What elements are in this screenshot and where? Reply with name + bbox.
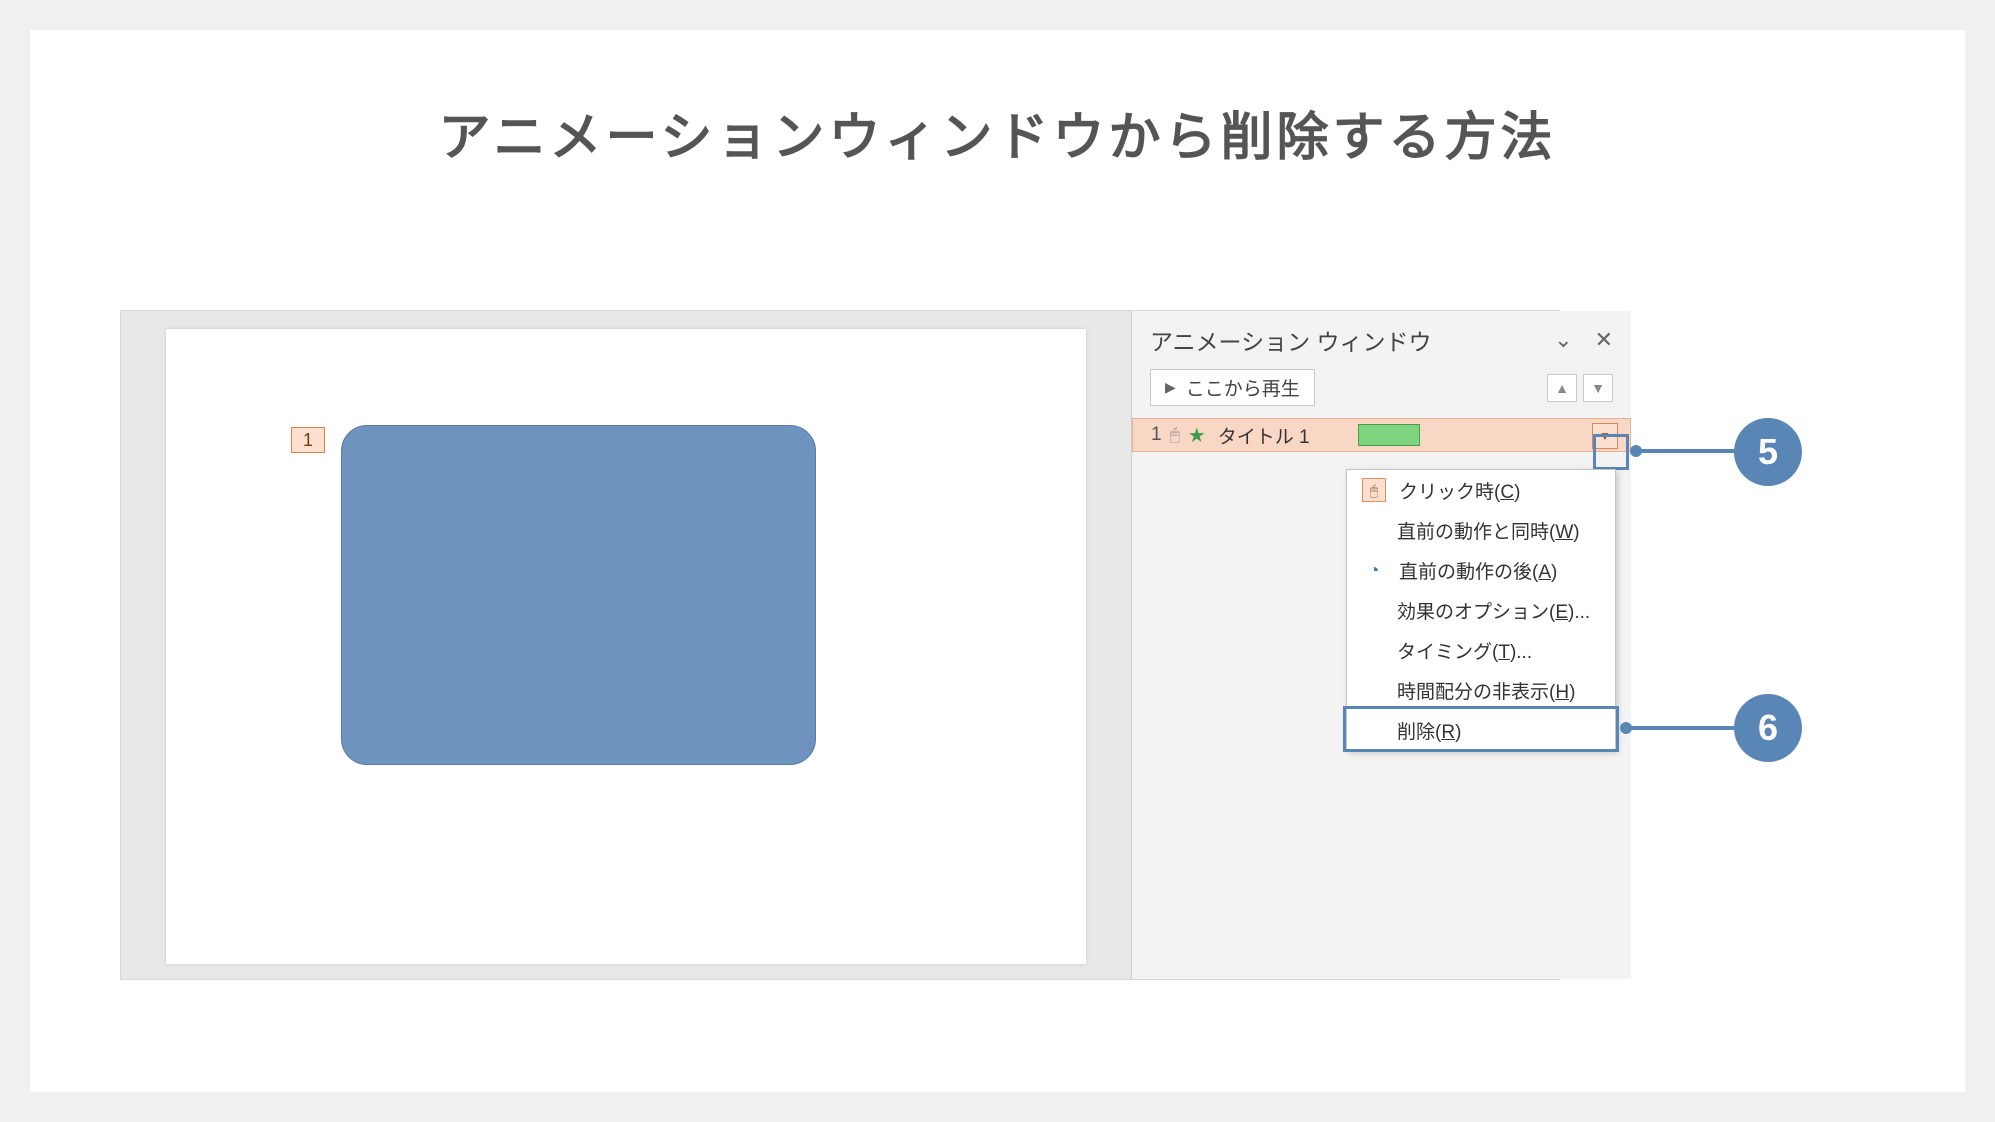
- callout-line: [1626, 726, 1736, 730]
- close-icon[interactable]: ✕: [1595, 327, 1613, 353]
- animation-timeline-bar: [1358, 424, 1420, 446]
- powerpoint-app-region: 1 アニメーション ウィンドウ ⌄ ✕ ▶ ここから再生 ▲ ▼: [120, 310, 1560, 980]
- callout-line: [1636, 449, 1736, 453]
- animation-pane-header: アニメーション ウィンドウ ⌄ ✕: [1132, 311, 1631, 365]
- chevron-down-icon[interactable]: ⌄: [1554, 327, 1572, 353]
- mouse-click-icon: 🖱: [1170, 425, 1180, 445]
- animation-list-item[interactable]: 1 🖱 ★ タイトル 1 ▼: [1132, 418, 1631, 452]
- page-title: アニメーションウィンドウから削除する方法: [30, 30, 1965, 210]
- menu-item-after-previous[interactable]: ◔ 直前の動作の後(A): [1347, 550, 1615, 590]
- animation-number-tag[interactable]: 1: [291, 427, 325, 453]
- slide-rounded-rectangle-shape[interactable]: [341, 425, 816, 765]
- play-button-label: ここから再生: [1186, 374, 1300, 401]
- star-icon: ★: [1188, 423, 1206, 448]
- move-up-button[interactable]: ▲: [1547, 374, 1577, 402]
- menu-item-effect-options[interactable]: 効果のオプション(E)...: [1347, 590, 1615, 630]
- step5-highlight-box: [1593, 434, 1629, 470]
- animation-item-name: タイトル 1: [1218, 422, 1310, 449]
- document-frame: アニメーションウィンドウから削除する方法 1 アニメーション ウィンドウ ⌄ ✕…: [30, 30, 1965, 1092]
- slide-canvas: 1: [166, 329, 1086, 964]
- step6-highlight-box: [1343, 706, 1619, 752]
- clock-icon: ◔: [1369, 560, 1380, 581]
- menu-item-on-click[interactable]: 🖱 クリック時(C): [1347, 470, 1615, 510]
- animation-pane-title: アニメーション ウィンドウ: [1150, 323, 1431, 357]
- step6-callout: 6: [1734, 694, 1802, 762]
- animation-item-number: 1: [1151, 424, 1162, 446]
- mouse-click-icon: 🖱: [1362, 478, 1386, 502]
- step5-callout: 5: [1734, 418, 1802, 486]
- menu-item-timing[interactable]: タイミング(T)...: [1347, 630, 1615, 670]
- menu-item-with-previous[interactable]: 直前の動作と同時(W): [1347, 510, 1615, 550]
- play-from-here-button[interactable]: ▶ ここから再生: [1150, 369, 1315, 406]
- animation-pane-toolbar: ▶ ここから再生 ▲ ▼: [1132, 365, 1631, 418]
- move-down-button[interactable]: ▼: [1583, 374, 1613, 402]
- play-icon: ▶: [1165, 379, 1176, 396]
- menu-item-hide-timeline[interactable]: 時間配分の非表示(H): [1347, 670, 1615, 710]
